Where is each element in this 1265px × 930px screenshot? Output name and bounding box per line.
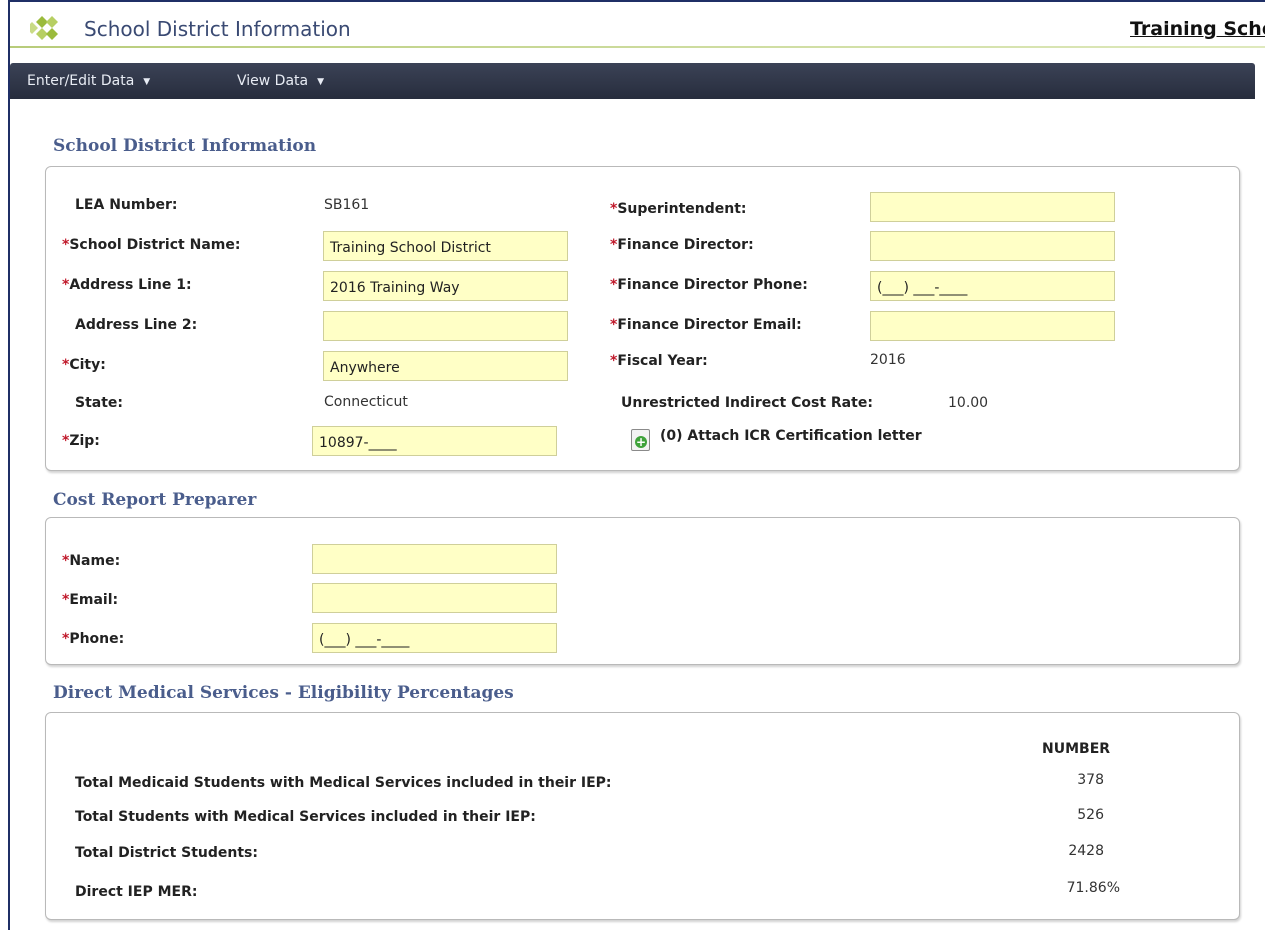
app-title: School District Information <box>84 17 351 41</box>
district-panel: LEA Number: SB161 *School District Name:… <box>45 166 1240 471</box>
district-name-input[interactable]: Training School District <box>323 231 568 261</box>
icr-label: Unrestricted Indirect Cost Rate: <box>621 395 873 411</box>
finance-email-label: *Finance Director Email: <box>610 317 802 333</box>
zip-label: *Zip: <box>62 433 100 449</box>
district-link[interactable]: Training School District <box>1130 18 1265 40</box>
app-logo-icon <box>30 16 58 40</box>
lea-number-label: LEA Number: <box>75 197 178 213</box>
section-heading-eligibility: Direct Medical Services - Eligibility Pe… <box>53 683 514 703</box>
preparer-email-input[interactable] <box>312 583 557 613</box>
address1-label: *Address Line 1: <box>62 277 192 293</box>
preparer-name-input[interactable] <box>312 544 557 574</box>
preparer-email-label-text: Email: <box>69 592 119 608</box>
preparer-name-label-text: Name: <box>69 553 121 569</box>
fiscal-year-value: 2016 <box>870 352 906 368</box>
section-heading-preparer: Cost Report Preparer <box>53 490 257 510</box>
fiscal-year-label-text: Fiscal Year: <box>617 353 708 369</box>
nav-view-label: View Data <box>237 73 309 89</box>
superintendent-label: *Superintendent: <box>610 201 747 217</box>
preparer-phone-input[interactable]: (___) ___-____ <box>312 623 557 653</box>
elig-row-label: Total Students with Medical Services inc… <box>75 809 536 825</box>
main-navbar: Enter/Edit Data ▼ View Data ▼ <box>10 63 1255 99</box>
finance-phone-input[interactable]: (___) ___-____ <box>870 271 1115 301</box>
plus-icon: + <box>635 435 647 449</box>
state-value: Connecticut <box>324 394 408 410</box>
finance-director-label-text: Finance Director: <box>617 237 754 253</box>
address2-label: Address Line 2: <box>75 317 198 333</box>
title-underline <box>10 46 1265 48</box>
window-left-border <box>8 0 10 930</box>
nav-enter-edit-label: Enter/Edit Data <box>27 73 135 89</box>
fiscal-year-label: *Fiscal Year: <box>610 353 708 369</box>
address2-input[interactable] <box>323 311 568 341</box>
address1-input[interactable]: 2016 Training Way <box>323 271 568 301</box>
city-label-text: City: <box>69 357 106 373</box>
superintendent-input[interactable] <box>870 192 1115 222</box>
address1-label-text: Address Line 1: <box>69 277 192 293</box>
finance-phone-label: *Finance Director Phone: <box>610 277 808 293</box>
elig-row-value: 526 <box>1077 807 1104 823</box>
add-document-icon[interactable]: + <box>631 429 650 451</box>
preparer-phone-label-text: Phone: <box>69 631 125 647</box>
elig-row-label: Total Medicaid Students with Medical Ser… <box>75 775 612 791</box>
city-label: *City: <box>62 357 106 373</box>
finance-director-input[interactable] <box>870 231 1115 261</box>
preparer-name-label: *Name: <box>62 553 120 569</box>
icr-value: 10.00 <box>948 395 989 411</box>
city-input[interactable]: Anywhere <box>323 351 568 381</box>
finance-director-label: *Finance Director: <box>610 237 754 253</box>
finance-phone-label-text: Finance Director Phone: <box>617 277 808 293</box>
district-name-label-text: School District Name: <box>69 237 241 253</box>
elig-row-label: Direct IEP MER: <box>75 884 198 900</box>
number-column-header: NUMBER <box>1042 741 1111 757</box>
eligibility-panel: NUMBER Total Medicaid Students with Medi… <box>45 712 1240 920</box>
nav-enter-edit-data[interactable]: Enter/Edit Data ▼ <box>27 73 150 89</box>
preparer-phone-label: *Phone: <box>62 631 124 647</box>
preparer-panel: *Name: *Email: *Phone: (___) ___-____ <box>45 517 1240 665</box>
district-name-label: *School District Name: <box>62 237 240 253</box>
section-heading-district: School District Information <box>53 136 317 156</box>
elig-row-label: Total District Students: <box>75 845 258 861</box>
lea-number-value: SB161 <box>324 197 370 213</box>
chevron-down-icon: ▼ <box>317 77 325 87</box>
preparer-email-label: *Email: <box>62 592 118 608</box>
superintendent-label-text: Superintendent: <box>617 201 747 217</box>
elig-row-value: 378 <box>1077 772 1104 788</box>
nav-view-data[interactable]: View Data ▼ <box>237 73 324 89</box>
zip-label-text: Zip: <box>69 433 100 449</box>
finance-email-label-text: Finance Director Email: <box>617 317 802 333</box>
chevron-down-icon: ▼ <box>143 77 151 87</box>
elig-row-value: 2428 <box>1068 843 1104 859</box>
attach-icr-link[interactable]: (0) Attach ICR Certification letter <box>660 428 922 444</box>
title-bar: School District Information Training Sch… <box>10 2 1265 46</box>
state-label: State: <box>75 395 124 411</box>
finance-email-input[interactable] <box>870 311 1115 341</box>
elig-row-value: 71.86% <box>1066 880 1120 896</box>
zip-input[interactable]: 10897-____ <box>312 426 557 456</box>
